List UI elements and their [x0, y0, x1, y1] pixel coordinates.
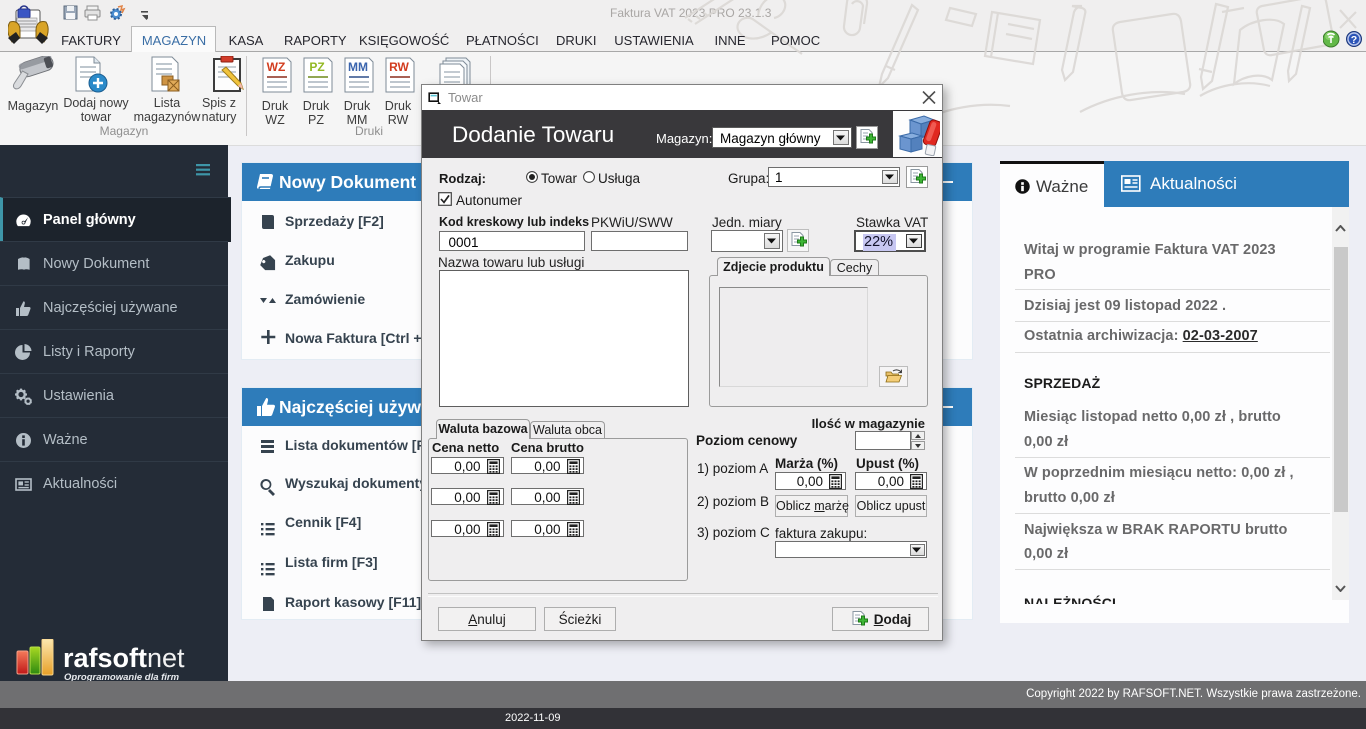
svg-text:RW: RW	[389, 60, 409, 74]
svg-text:rafsoftnet: rafsoftnet	[63, 643, 185, 673]
svg-text:?: ?	[1351, 34, 1357, 46]
svg-text:MM: MM	[348, 60, 368, 74]
svg-text:PZ: PZ	[309, 60, 324, 74]
svg-text:WZ: WZ	[267, 60, 286, 74]
